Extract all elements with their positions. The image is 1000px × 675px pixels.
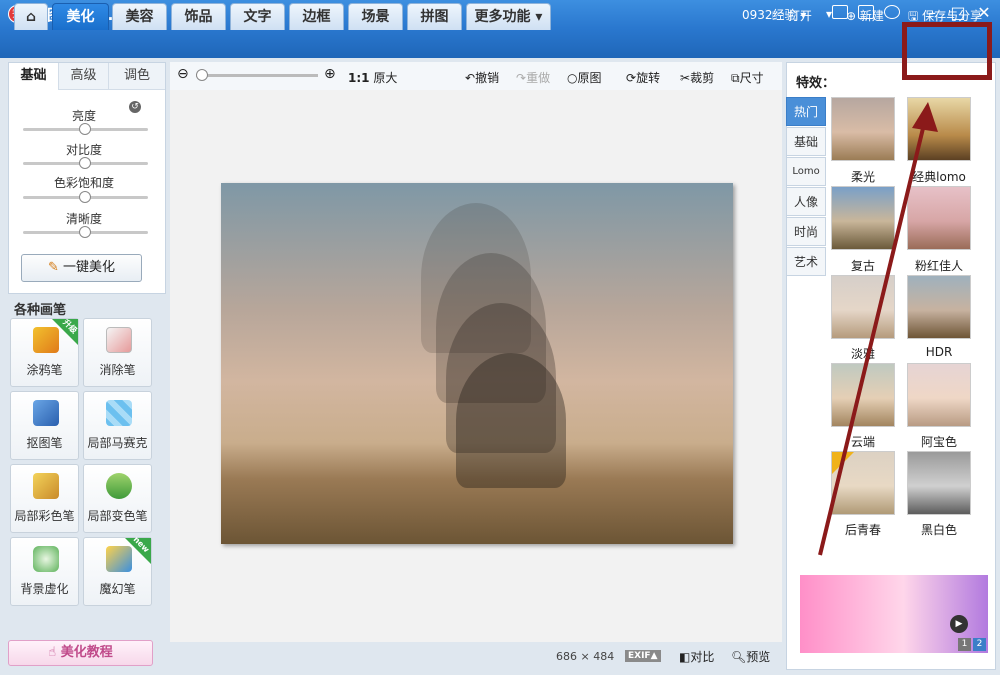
arrow-shaft: [818, 119, 927, 556]
annotation-arrow: [818, 102, 938, 556]
arrow-head: [912, 102, 938, 132]
